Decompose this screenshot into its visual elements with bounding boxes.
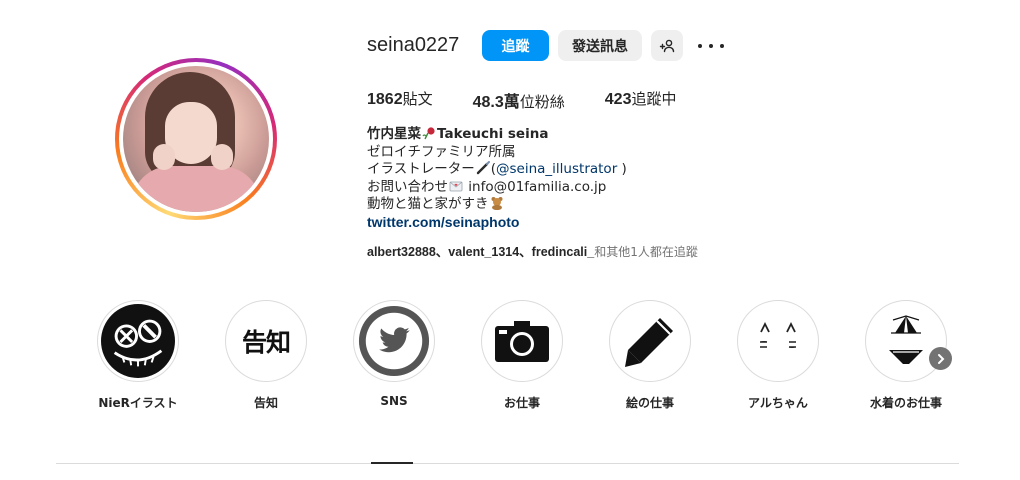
highlight-label: お仕事 [503, 396, 540, 410]
display-name-latin: Takeuchi seina [437, 126, 549, 142]
highlight-label: SNS [380, 394, 408, 408]
chevron-right-icon [937, 353, 944, 364]
posts-label: 貼文 [402, 90, 433, 108]
avatar-dress [131, 166, 261, 212]
bio-email: info@01familia.co.jp [464, 178, 607, 195]
add-person-icon [659, 39, 675, 52]
highlight-cover: 告知 [225, 300, 307, 382]
nier-icon [102, 305, 174, 377]
tabs-divider [56, 463, 959, 464]
tab-active-indicator [371, 462, 413, 464]
followed-by-suffix: 和其他1人都在追蹤 [594, 245, 698, 259]
bio-illustrator-text: イラストレーター [367, 161, 475, 178]
highlight-art-work[interactable]: 絵の仕事 [590, 300, 710, 411]
highlight-label: 水着のお仕事 [869, 396, 942, 410]
highlight-inner: 告知 [229, 304, 303, 378]
avatar-gap [119, 62, 273, 216]
followers-count: 48.3萬 [472, 94, 520, 111]
envelope-emoji-icon [449, 181, 463, 192]
following-label: 追蹤中 [631, 90, 677, 108]
pen-emoji-icon [476, 161, 490, 175]
followed-by[interactable]: albert32888、valent_1314、fredincali_和其他1人… [367, 241, 698, 260]
username: seina0227 [367, 34, 460, 56]
highlight-nier[interactable]: NieRイラスト [78, 300, 198, 411]
profile-avatar-ring[interactable] [115, 58, 277, 220]
cat-face-icon [760, 321, 796, 348]
followed-by-users: albert32888、valent_1314、fredincali_ [367, 245, 595, 259]
illustrator-mention-link[interactable]: @seina_illustrator [496, 161, 617, 177]
bio-line-contact: お問い合わせ info@01familia.co.jp [367, 179, 627, 197]
avatar[interactable] [123, 66, 269, 212]
announcement-text: 告知 [241, 328, 291, 357]
bio-website-line: twitter.com/seinaphoto [367, 214, 627, 233]
highlight-label: アルちゃん [748, 396, 808, 410]
bio-line-agency: ゼロイチファミリア所属 [367, 143, 516, 160]
highlight-inner [101, 304, 175, 378]
stat-posts: 1862 貼文 [367, 88, 433, 112]
highlight-cover [353, 300, 435, 382]
highlight-label: 告知 [253, 396, 278, 410]
bio-line-likes: 動物と猫と家がすき [367, 196, 627, 214]
teddy-bear-emoji-icon [491, 197, 502, 211]
avatar-hand-left [153, 144, 175, 170]
suggested-users-button[interactable] [651, 30, 683, 61]
highlight-inner [741, 304, 815, 378]
highlight-cover [737, 300, 819, 382]
website-link[interactable]: twitter.com/seinaphoto [367, 214, 519, 230]
highlight-cover [865, 300, 947, 382]
rose-emoji-icon [422, 127, 435, 140]
bio-contact-text: お問い合わせ [367, 178, 448, 195]
highlight-cat[interactable]: アルちゃん [718, 300, 838, 411]
highlight-label: 絵の仕事 [625, 396, 674, 410]
highlight-inner [485, 304, 559, 378]
highlight-sns[interactable]: SNS [334, 300, 454, 408]
highlight-cover [609, 300, 691, 382]
bio-close-paren: ) [617, 161, 627, 178]
avatar-hand-right [211, 144, 233, 170]
bio-likes-text: 動物と猫と家がすき [367, 196, 489, 213]
posts-count: 1862 [367, 91, 403, 108]
highlight-inner [357, 304, 431, 378]
highlight-announcement[interactable]: 告知 告知 [206, 300, 326, 411]
following-count: 423 [604, 91, 632, 108]
bio: 竹内星菜 Takeuchi seina ゼロイチファミリア所属 イラストレーター(… [367, 126, 627, 233]
twitter-bird-icon [358, 305, 430, 377]
follow-button[interactable]: 追蹤 [482, 30, 549, 61]
pencil-icon [625, 318, 673, 367]
stat-following[interactable]: 423 追蹤中 [605, 88, 677, 112]
highlight-cover [97, 300, 179, 382]
highlight-inner [613, 304, 687, 378]
profile-stats: 1862 貼文 48.3萬 位粉絲 423 追蹤中 [367, 88, 677, 112]
more-options-icon[interactable] [698, 36, 724, 56]
highlights-next-button[interactable] [929, 347, 952, 370]
highlight-cover [481, 300, 563, 382]
camera-icon [495, 321, 549, 362]
followers-label: 位粉絲 [519, 93, 565, 111]
highlight-work[interactable]: お仕事 [462, 300, 582, 411]
bio-line-illustrator: イラストレーター (@seina_illustrator ) [367, 161, 627, 179]
message-button[interactable]: 發送訊息 [558, 30, 642, 61]
highlight-label: NieRイラスト [98, 396, 178, 410]
stat-followers[interactable]: 48.3萬 位粉絲 [473, 88, 565, 112]
display-name: 竹内星菜 [367, 126, 421, 142]
bio-name-line: 竹内星菜 Takeuchi seina [367, 126, 627, 144]
